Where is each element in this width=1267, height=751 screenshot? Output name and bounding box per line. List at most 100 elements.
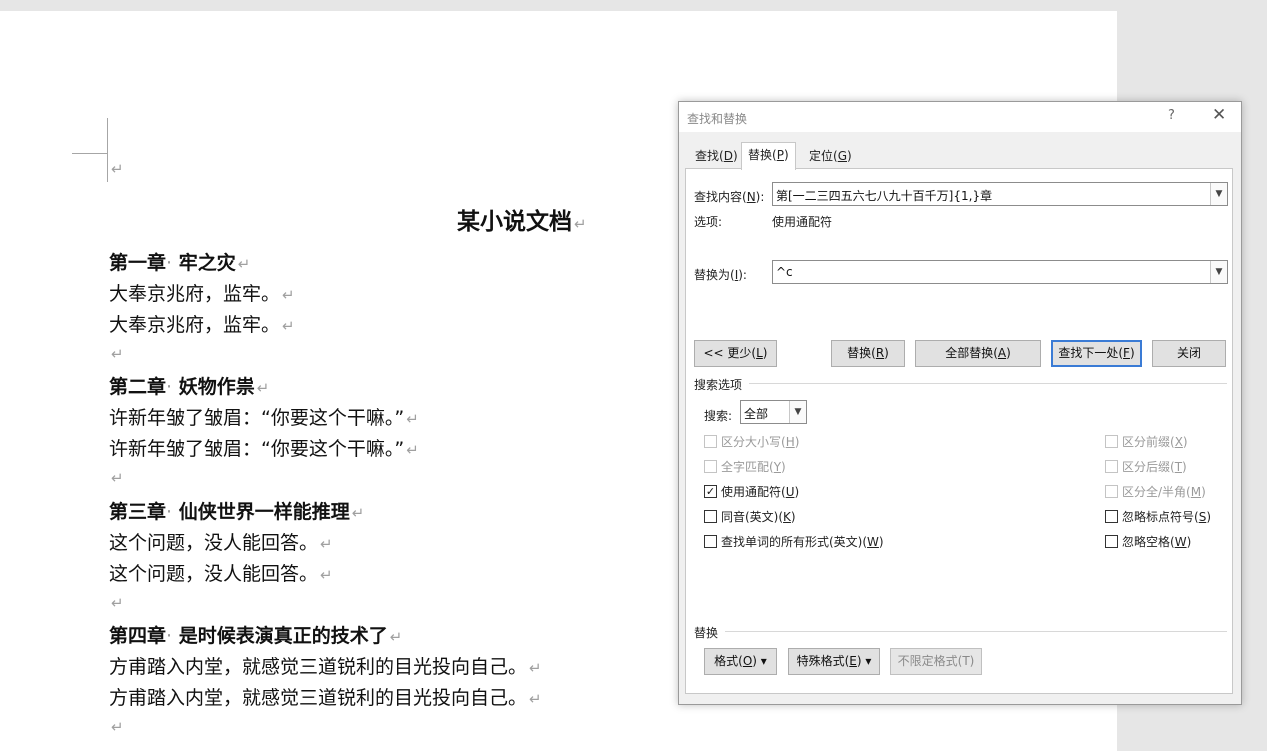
- body-paragraph[interactable]: 许新年皱了皱眉：“你要这个干嘛。” ↵: [109, 406, 419, 431]
- options-value: 使用通配符: [772, 215, 833, 229]
- options-label: 选项:: [694, 215, 723, 229]
- tab-find[interactable]: 查找(D): [689, 144, 744, 168]
- no-format-button[interactable]: 不限定格式(T): [890, 648, 982, 675]
- paragraph-text: 许新年皱了皱眉：“你要这个干嘛。”: [109, 438, 405, 460]
- help-button[interactable]: ?: [1168, 108, 1175, 123]
- crop-mark-horizontal: [72, 153, 108, 154]
- checkbox[interactable]: [704, 510, 717, 523]
- checkbox-label: 区分大小写(H): [721, 435, 800, 449]
- find-next-button[interactable]: 查找下一处(F): [1051, 340, 1142, 367]
- checkbox: [1105, 435, 1118, 448]
- document-title[interactable]: 某小说文档 ↵: [457, 202, 587, 236]
- checkbox-label[interactable]: 查找单词的所有形式(英文)(W): [721, 533, 884, 550]
- empty-paragraph[interactable]: ↵: [109, 465, 124, 490]
- chapter-label: 第一章: [109, 252, 167, 274]
- checkbox-label: 区分后缀(T): [1122, 460, 1187, 474]
- search-direction-select[interactable]: 全部 ▼: [740, 400, 807, 424]
- chapter-heading[interactable]: 第三章· 仙侠世界一样能推理 ↵: [109, 500, 364, 525]
- paragraph-mark: ↵: [406, 441, 419, 459]
- replace-input[interactable]: ^c ▼: [772, 260, 1228, 284]
- checkbox-label: 区分全/半角(M): [1122, 485, 1206, 499]
- search-value: 全部: [744, 407, 769, 421]
- checkbox[interactable]: ✓: [704, 485, 717, 498]
- paragraph-mark: ↵: [111, 594, 124, 612]
- chapter-label: 第三章: [109, 501, 167, 523]
- replace-all-button[interactable]: 全部替换(A): [915, 340, 1041, 367]
- paragraph-mark: ↵: [282, 317, 295, 335]
- paragraph-mark: ↵: [256, 379, 270, 397]
- paragraph-text: 大奉京兆府，监牢。: [109, 314, 281, 336]
- chapter-label: 第四章: [109, 625, 167, 647]
- paragraph-mark: ↵: [351, 504, 365, 522]
- chapter-heading[interactable]: 第四章· 是时候表演真正的技术了 ↵: [109, 624, 402, 649]
- body-paragraph[interactable]: 这个问题，没人能回答。 ↵: [109, 531, 333, 556]
- checkbox[interactable]: [704, 535, 717, 548]
- chapter-label: 第二章: [109, 376, 167, 398]
- checkbox-label[interactable]: 忽略空格(W): [1122, 533, 1191, 550]
- paragraph-text: 这个问题，没人能回答。: [109, 563, 319, 585]
- crop-mark-vertical: [107, 118, 108, 154]
- empty-paragraph[interactable]: ↵: [109, 714, 124, 739]
- replace-label: 替换为(I):: [694, 268, 747, 282]
- body-paragraph[interactable]: 方甫踏入内堂，就感觉三道锐利的目光投向自己。 ↵: [109, 655, 542, 680]
- chevron-down-icon[interactable]: ▼: [789, 401, 806, 423]
- paragraph-mark: ↵: [111, 718, 124, 736]
- chapter-name: 是时候表演真正的技术了: [178, 625, 388, 647]
- checkbox-label[interactable]: 忽略标点符号(S): [1122, 508, 1211, 525]
- find-input[interactable]: 第[一二三四五六七八九十百千万]{1,}章 ▼: [772, 182, 1228, 206]
- checkbox-label: 全字匹配(Y): [721, 460, 786, 474]
- checkbox[interactable]: [1105, 510, 1118, 523]
- close-icon[interactable]: ✕: [1212, 105, 1226, 125]
- checkbox-label[interactable]: 使用通配符(U): [721, 483, 799, 500]
- checkbox[interactable]: [1105, 535, 1118, 548]
- chapter-dot: ·: [166, 252, 173, 274]
- chapter-heading[interactable]: 第二章· 妖物作祟 ↵: [109, 375, 269, 400]
- replace-button[interactable]: 替换(R): [831, 340, 905, 367]
- chapter-name: 妖物作祟: [178, 376, 255, 398]
- special-format-button[interactable]: 特殊格式(E) ▾: [788, 648, 880, 675]
- search-label: 搜索:: [704, 409, 733, 423]
- body-paragraph[interactable]: 方甫踏入内堂，就感觉三道锐利的目光投向自己。 ↵: [109, 686, 542, 711]
- paragraph-mark: ↵: [529, 690, 542, 708]
- divider: [725, 631, 1227, 632]
- body-paragraph[interactable]: 许新年皱了皱眉：“你要这个干嘛。” ↵: [109, 437, 419, 462]
- checkbox-label: 区分前缀(X): [1122, 435, 1188, 449]
- body-paragraph[interactable]: 大奉京兆府，监牢。 ↵: [109, 313, 295, 338]
- paragraph-mark: ↵: [111, 469, 124, 487]
- less-button[interactable]: << 更少(L): [694, 340, 777, 367]
- chapter-name: 仙侠世界一样能推理: [178, 501, 350, 523]
- paragraph-mark: ↵: [111, 345, 124, 363]
- empty-paragraph[interactable]: ↵: [109, 590, 124, 615]
- empty-paragraph[interactable]: ↵: [109, 156, 124, 181]
- chapter-dot: ·: [166, 376, 173, 398]
- empty-paragraph[interactable]: ↵: [109, 341, 124, 366]
- paragraph-text: 方甫踏入内堂，就感觉三道锐利的目光投向自己。: [109, 656, 528, 678]
- paragraph-mark: ↵: [282, 286, 295, 304]
- tab-replace[interactable]: 替换(P): [741, 142, 796, 170]
- body-paragraph[interactable]: 大奉京兆府，监牢。 ↵: [109, 282, 295, 307]
- paragraph-mark: ↵: [529, 659, 542, 677]
- close-button[interactable]: 关闭: [1152, 340, 1226, 367]
- checkbox: [1105, 485, 1118, 498]
- dialog-titlebar[interactable]: 查找和替换 ? ✕: [679, 102, 1241, 132]
- find-replace-dialog: 查找和替换 ? ✕ 查找(D) 替换(P) 定位(G) 查找内容(N): 第[一…: [678, 101, 1242, 705]
- paragraph-text: 这个问题，没人能回答。: [109, 532, 319, 554]
- find-label: 查找内容(N):: [694, 190, 765, 204]
- paragraph-mark: ↵: [320, 566, 333, 584]
- replace-value: ^c: [776, 265, 793, 279]
- chevron-down-icon[interactable]: ▼: [1210, 183, 1227, 205]
- chevron-down-icon[interactable]: ▼: [1210, 261, 1227, 283]
- search-options-title: 搜索选项: [694, 378, 743, 392]
- paragraph-mark: ↵: [237, 255, 251, 273]
- body-paragraph[interactable]: 这个问题，没人能回答。 ↵: [109, 562, 333, 587]
- text-cursor: [107, 154, 108, 182]
- chapter-name: 牢之灾: [178, 252, 236, 274]
- checkbox-label[interactable]: 同音(英文)(K): [721, 508, 796, 525]
- paragraph-text: 大奉京兆府，监牢。: [109, 283, 281, 305]
- chapter-heading[interactable]: 第一章· 牢之灾 ↵: [109, 251, 250, 276]
- paragraph-mark: ↵: [406, 410, 419, 428]
- format-button[interactable]: 格式(O) ▾: [704, 648, 777, 675]
- replace-section-title: 替换: [694, 626, 719, 640]
- paragraph-mark: ↵: [389, 628, 403, 646]
- tab-goto[interactable]: 定位(G): [803, 144, 858, 168]
